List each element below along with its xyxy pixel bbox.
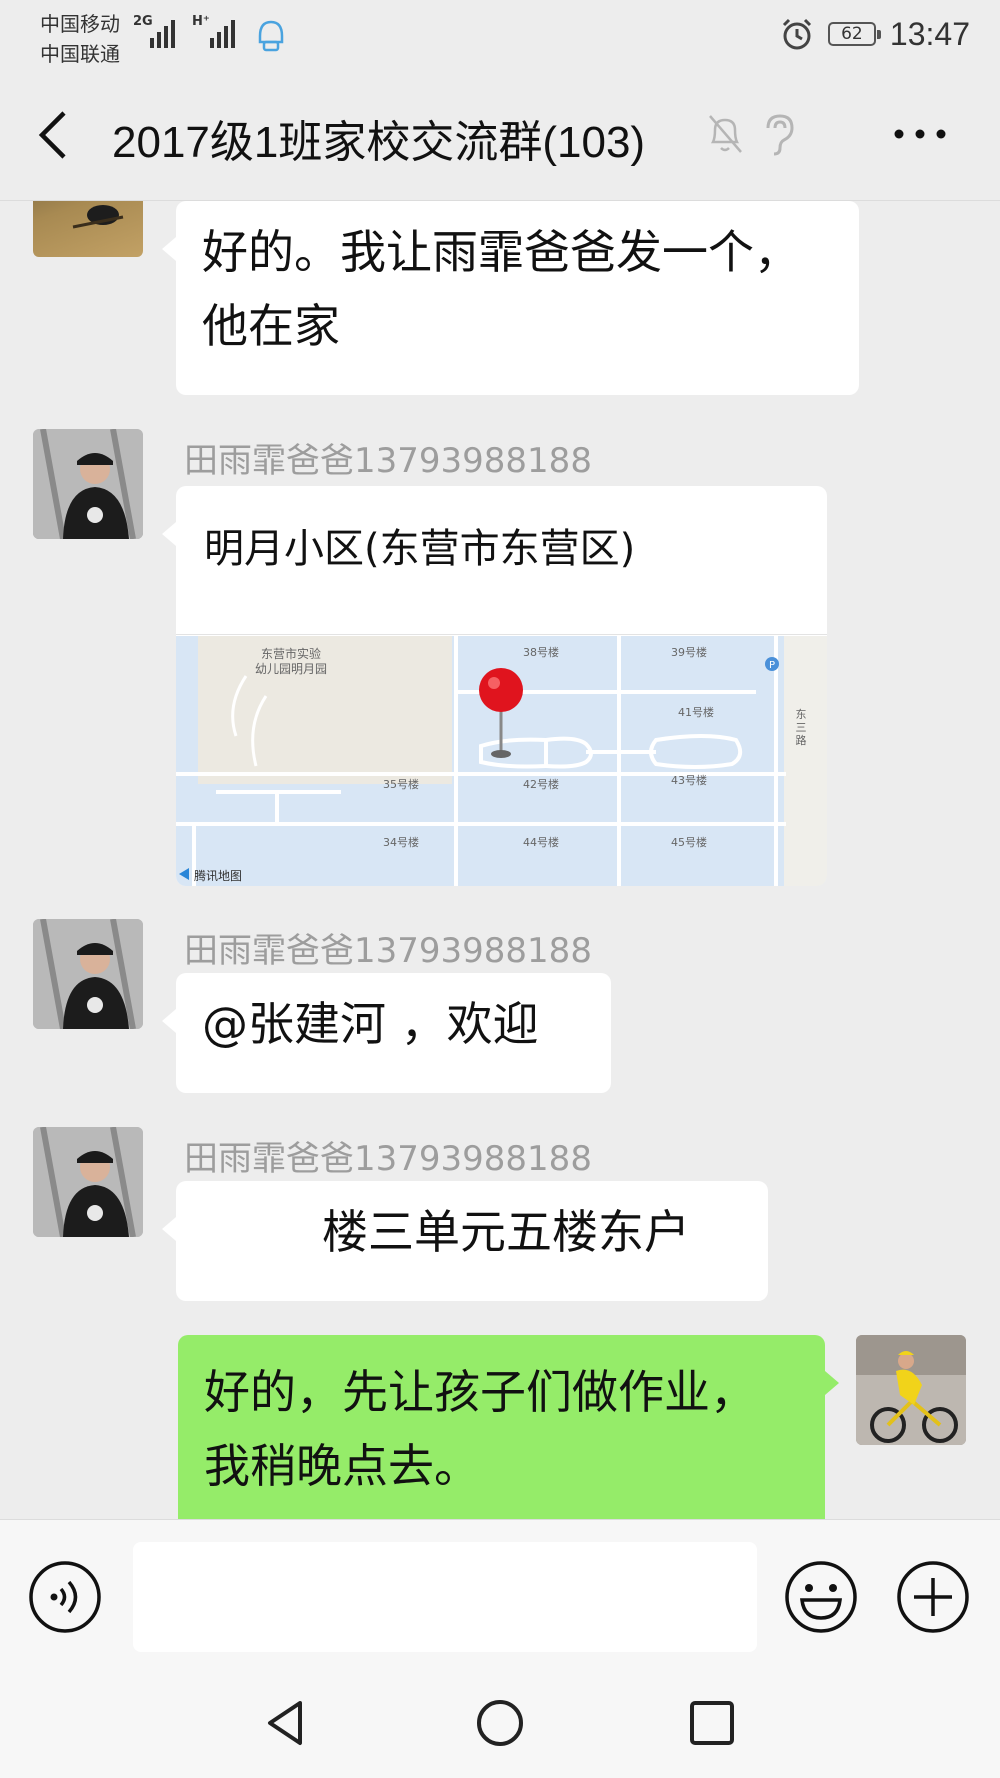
- chat-title: 2017级1班家校交流群(103): [112, 118, 646, 167]
- message-text-line: 好的。我让雨霏爸爸发一个，: [202, 225, 800, 279]
- avatar[interactable]: [33, 201, 143, 257]
- message-text-line: 我稍晚点去。: [204, 1439, 480, 1493]
- map-label: 幼儿园明月园: [255, 662, 327, 676]
- chat-message-list[interactable]: 好的。我让雨霏爸爸发一个， 他在家 田雨霏爸爸13793988188 明月小区(…: [0, 201, 1000, 1519]
- map-label: 35号楼: [383, 777, 419, 791]
- map-label: 45号楼: [671, 835, 707, 849]
- avatar-image: [33, 919, 143, 1029]
- back-triangle-icon[interactable]: [258, 1695, 314, 1751]
- mute-icon: [709, 115, 742, 153]
- ear-icon: [766, 114, 794, 156]
- my-message-bubble[interactable]: 好的，先让孩子们做作业， 我稍晚点去。: [178, 1335, 839, 1519]
- carrier-1: 中国移动: [40, 12, 120, 36]
- message-input[interactable]: [133, 1542, 757, 1652]
- home-circle-icon[interactable]: [472, 1695, 528, 1751]
- system-nav-bar: [0, 1657, 1000, 1778]
- map-label: 41号楼: [678, 705, 714, 719]
- location-card[interactable]: 明月小区(东营市东营区) 东营市实验 幼儿园明月园 38号楼 39号楼 41号楼…: [176, 486, 827, 886]
- battery-icon: 62: [827, 22, 881, 46]
- message-text-line: 好的，先让孩子们做作业，: [204, 1365, 756, 1419]
- emoji-icon[interactable]: [784, 1560, 858, 1634]
- message-text: @张建河 ，欢迎: [202, 997, 539, 1051]
- map-label: 44号楼: [523, 835, 559, 849]
- map-label: 东: [796, 708, 807, 721]
- voice-icon[interactable]: [28, 1560, 102, 1634]
- avatar[interactable]: [33, 919, 143, 1029]
- avatar-image: [33, 429, 143, 539]
- avatar[interactable]: [33, 429, 143, 539]
- signal-icon: [150, 18, 175, 48]
- avatar-image: [72, 205, 124, 229]
- clock: 13:47: [889, 15, 970, 52]
- input-bar: [0, 1519, 1000, 1658]
- map-image: 东营市实验 幼儿园明月园 38号楼 39号楼 41号楼 35号楼 42号楼 43…: [176, 636, 827, 886]
- map-label: 34号楼: [383, 835, 419, 849]
- avatar[interactable]: [33, 1127, 143, 1237]
- plus-icon[interactable]: [896, 1560, 970, 1634]
- map-label: 东营市实验: [261, 646, 321, 661]
- parking-label: P: [769, 660, 775, 671]
- status-bar: 中国移动 中国联通 2G H⁺ 62 13:47: [0, 0, 1000, 70]
- message-text-line: 他在家: [202, 299, 340, 353]
- message-bubble[interactable]: @张建河 ，欢迎: [162, 973, 611, 1093]
- sender-name: 田雨霏爸爸13793988188: [184, 441, 592, 481]
- my-avatar[interactable]: [856, 1335, 966, 1445]
- network-type-2: H⁺: [192, 14, 210, 29]
- carrier-2: 中国联通: [40, 42, 120, 66]
- status-right: 62 13:47: [780, 12, 970, 56]
- map-provider: 腾讯地图: [194, 868, 242, 883]
- recents-square-icon[interactable]: [684, 1695, 740, 1751]
- signal-icon: [210, 18, 235, 48]
- map-label: 43号楼: [671, 773, 707, 787]
- sender-name: 田雨霏爸爸13793988188: [184, 931, 592, 971]
- divider: [176, 634, 827, 635]
- alarm-icon: [782, 18, 811, 50]
- map-label: 路: [796, 734, 807, 747]
- message-bubble[interactable]: 好的。我让雨霏爸爸发一个， 他在家: [162, 201, 859, 395]
- location-title: 明月小区(东营市东营区): [204, 526, 636, 572]
- bubble-arrow: [162, 522, 176, 546]
- avatar-image: [33, 1127, 143, 1237]
- map-label: 三: [796, 721, 807, 734]
- sender-name: 田雨霏爸爸13793988188: [184, 1139, 592, 1179]
- map-label: 42号楼: [523, 777, 559, 791]
- notification-icon: [258, 20, 284, 52]
- map-label: 38号楼: [523, 645, 559, 659]
- message-bubble[interactable]: 楼三单元五楼东户: [162, 1181, 768, 1301]
- back-icon[interactable]: [30, 105, 80, 165]
- title-bar: 2017级1班家校交流群(103): [0, 70, 1000, 201]
- more-icon[interactable]: [890, 122, 950, 146]
- map-label: 39号楼: [671, 645, 707, 659]
- avatar-image: [856, 1335, 966, 1445]
- message-text: 楼三单元五楼东户: [322, 1205, 690, 1259]
